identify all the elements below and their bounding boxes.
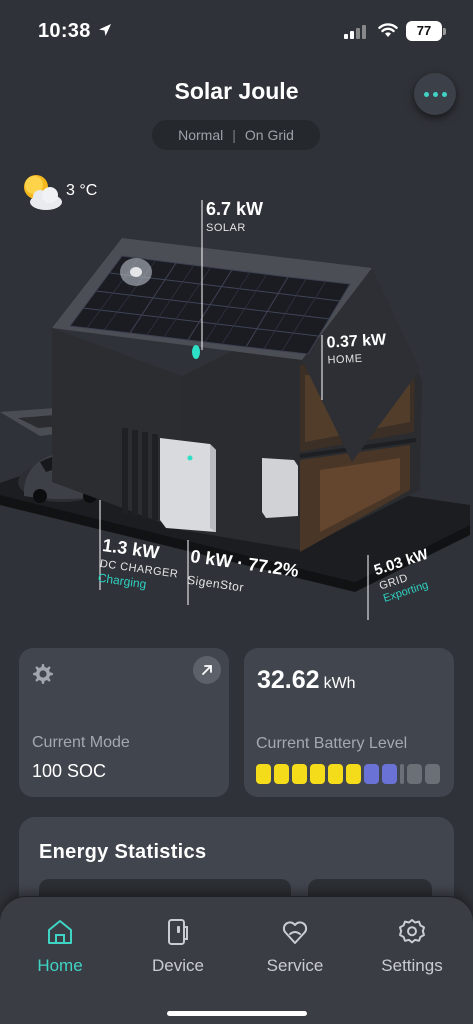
dc-charger-flow-label: 1.3 kW DC CHARGER Charging: [97, 535, 182, 596]
battery-segment: [407, 764, 422, 784]
status-time: 10:38: [38, 20, 91, 42]
settings-icon: [399, 919, 425, 944]
tab-settings-label: Settings: [381, 956, 443, 975]
battery-tip: [443, 28, 446, 35]
battery-energy-value: 32.62: [257, 666, 320, 694]
solar-value: 6.7 kW: [206, 199, 264, 219]
more-dot: [423, 91, 429, 97]
current-mode-value: 100 SOC: [32, 761, 107, 781]
more-dot: [441, 91, 447, 97]
battery-segment: [364, 764, 379, 784]
operating-mode-text: Normal: [178, 127, 224, 143]
battery-level-card[interactable]: 32.62 kWh Current Battery Level: [244, 648, 454, 797]
more-dot: [432, 91, 438, 97]
battery-segment: [292, 764, 307, 784]
battery-segment: [310, 764, 325, 784]
battery-segment: [425, 764, 440, 784]
current-mode-label: Current Mode: [32, 734, 130, 751]
arrow-up-right-icon: [202, 665, 212, 675]
status-bar: 10:38 77: [0, 0, 473, 62]
tab-home-label: Home: [37, 956, 83, 975]
home-icon: [48, 920, 72, 944]
battery-icon: 77: [406, 21, 442, 41]
battery-level-label: Current Battery Level: [256, 735, 408, 752]
battery-energy-unit: kWh: [323, 675, 356, 692]
home-value: 0.37 kW: [326, 331, 387, 352]
battery-level-bar: [256, 764, 440, 784]
battery-percent: 77: [416, 23, 432, 38]
wifi-icon: [378, 23, 398, 37]
signal-icon: [344, 25, 366, 39]
more-options-button[interactable]: [414, 73, 456, 115]
battery-energy: 32.62 kWh: [257, 666, 356, 695]
battery-segment: [400, 764, 404, 784]
tab-settings[interactable]: Settings: [357, 917, 467, 976]
energy-statistics-title: Energy Statistics: [39, 841, 207, 863]
tab-home[interactable]: Home: [5, 917, 115, 976]
gear-icon: [33, 664, 53, 684]
home-flow-label: 0.37 kW HOME: [326, 331, 387, 366]
solar-label: SOLAR: [206, 222, 246, 234]
system-status-pill: Normal | On Grid: [152, 120, 320, 150]
status-separator: |: [232, 127, 236, 143]
current-mode-card[interactable]: Current Mode 100 SOC: [19, 648, 229, 797]
device-icon: [168, 919, 188, 945]
home-indicator: [167, 1011, 307, 1016]
page-title: Solar Joule: [174, 78, 299, 104]
battery-segment: [256, 764, 271, 784]
tab-service-label: Service: [266, 956, 324, 975]
tab-service[interactable]: Service: [240, 917, 350, 976]
battery-segment: [346, 764, 361, 784]
bottom-tab-bar: Home Device Service Settings: [0, 896, 473, 1024]
battery-segment: [382, 764, 397, 784]
open-mode-button[interactable]: [193, 656, 221, 684]
battery-segment: [274, 764, 289, 784]
solar-flow-label: 6.7 kW SOLAR: [206, 199, 263, 234]
battery-segment: [328, 764, 343, 784]
service-icon: [282, 921, 308, 944]
tab-device[interactable]: Device: [123, 917, 233, 976]
location-arrow-icon: [99, 24, 111, 36]
tab-device-label: Device: [152, 956, 204, 975]
grid-state-text: On Grid: [244, 127, 294, 143]
